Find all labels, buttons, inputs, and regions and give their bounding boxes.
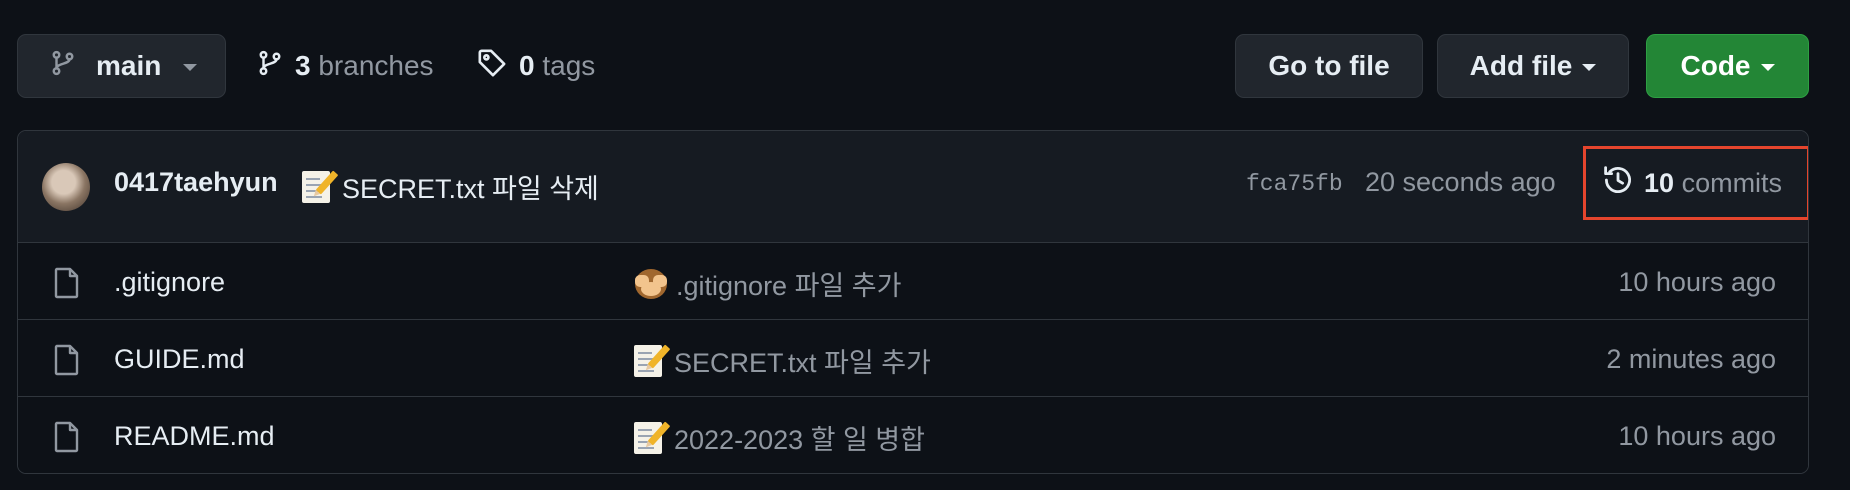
latest-commit-text: SECRET.txt 파일 삭제 [342, 174, 599, 204]
file-icon [54, 267, 80, 304]
file-commit-text: SECRET.txt 파일 추가 [674, 348, 931, 378]
file-name[interactable]: README.md [114, 421, 275, 452]
file-icon [54, 421, 80, 458]
file-commit-message[interactable]: 2022-2023 할 일 병합 [632, 418, 925, 457]
file-icon [54, 344, 80, 381]
tag-icon [477, 48, 507, 85]
history-icon [1602, 164, 1634, 203]
tags-count: 0 [519, 50, 535, 81]
memo-icon [632, 343, 671, 379]
file-name[interactable]: GUIDE.md [114, 344, 245, 375]
file-commit-message[interactable]: .gitignore 파일 추가 [632, 264, 901, 303]
add-file-button[interactable]: Add file [1437, 34, 1629, 98]
file-row: .gitignore .gitignore 파일 추가 10 hours ago [18, 243, 1808, 320]
go-to-file-button[interactable]: Go to file [1235, 34, 1423, 98]
file-name[interactable]: .gitignore [114, 267, 225, 298]
branches-count: 3 [295, 50, 311, 81]
memo-icon [632, 420, 671, 456]
git-branch-icon [257, 49, 283, 84]
file-row: README.md 2022-2023 할 일 병합 10 hours ago [18, 397, 1808, 473]
tags-link[interactable]: 0 tags [477, 34, 595, 98]
file-time: 2 minutes ago [1606, 344, 1776, 374]
repo-toolbar: main 3 branches 0 tags Go to file Add fi… [17, 34, 1809, 98]
file-time: 10 hours ago [1618, 267, 1776, 297]
code-button[interactable]: Code [1646, 34, 1809, 98]
file-commit-text: .gitignore 파일 추가 [676, 271, 902, 301]
commits-count: 10 [1644, 167, 1675, 198]
latest-commit-bar: 0417taehyun SECRET.txt 파일 삭제 fca75fb 20 … [18, 131, 1808, 243]
commits-label: commits [1681, 167, 1783, 198]
git-branch-icon [50, 49, 76, 84]
chevron-down-icon [183, 64, 198, 71]
commit-sha[interactable]: fca75fb [1246, 171, 1343, 197]
file-commit-text: 2022-2023 할 일 병합 [674, 425, 925, 455]
see-no-evil-monkey-icon [632, 265, 670, 303]
branch-name: main [96, 50, 162, 81]
file-time: 10 hours ago [1618, 421, 1776, 451]
branches-link[interactable]: 3 branches [257, 34, 434, 98]
commits-history-link[interactable]: 10 commits [1583, 146, 1808, 220]
chevron-down-icon [1582, 64, 1597, 71]
avatar[interactable] [42, 163, 90, 211]
branches-label: branches [318, 50, 434, 81]
commit-author[interactable]: 0417taehyun [114, 167, 278, 198]
memo-icon [300, 169, 339, 205]
branch-selector-button[interactable]: main [17, 34, 226, 98]
chevron-down-icon [1760, 64, 1775, 71]
go-to-file-label: Go to file [1268, 50, 1390, 81]
add-file-label: Add file [1469, 50, 1573, 81]
code-label: Code [1680, 50, 1751, 81]
latest-commit-message[interactable]: SECRET.txt 파일 삭제 [300, 167, 599, 206]
file-list-box: 0417taehyun SECRET.txt 파일 삭제 fca75fb 20 … [17, 130, 1809, 474]
file-row: GUIDE.md SECRET.txt 파일 추가 2 minutes ago [18, 320, 1808, 397]
commit-time: 20 seconds ago [1365, 167, 1556, 197]
file-commit-message[interactable]: SECRET.txt 파일 추가 [632, 341, 931, 380]
tags-label: tags [542, 50, 596, 81]
